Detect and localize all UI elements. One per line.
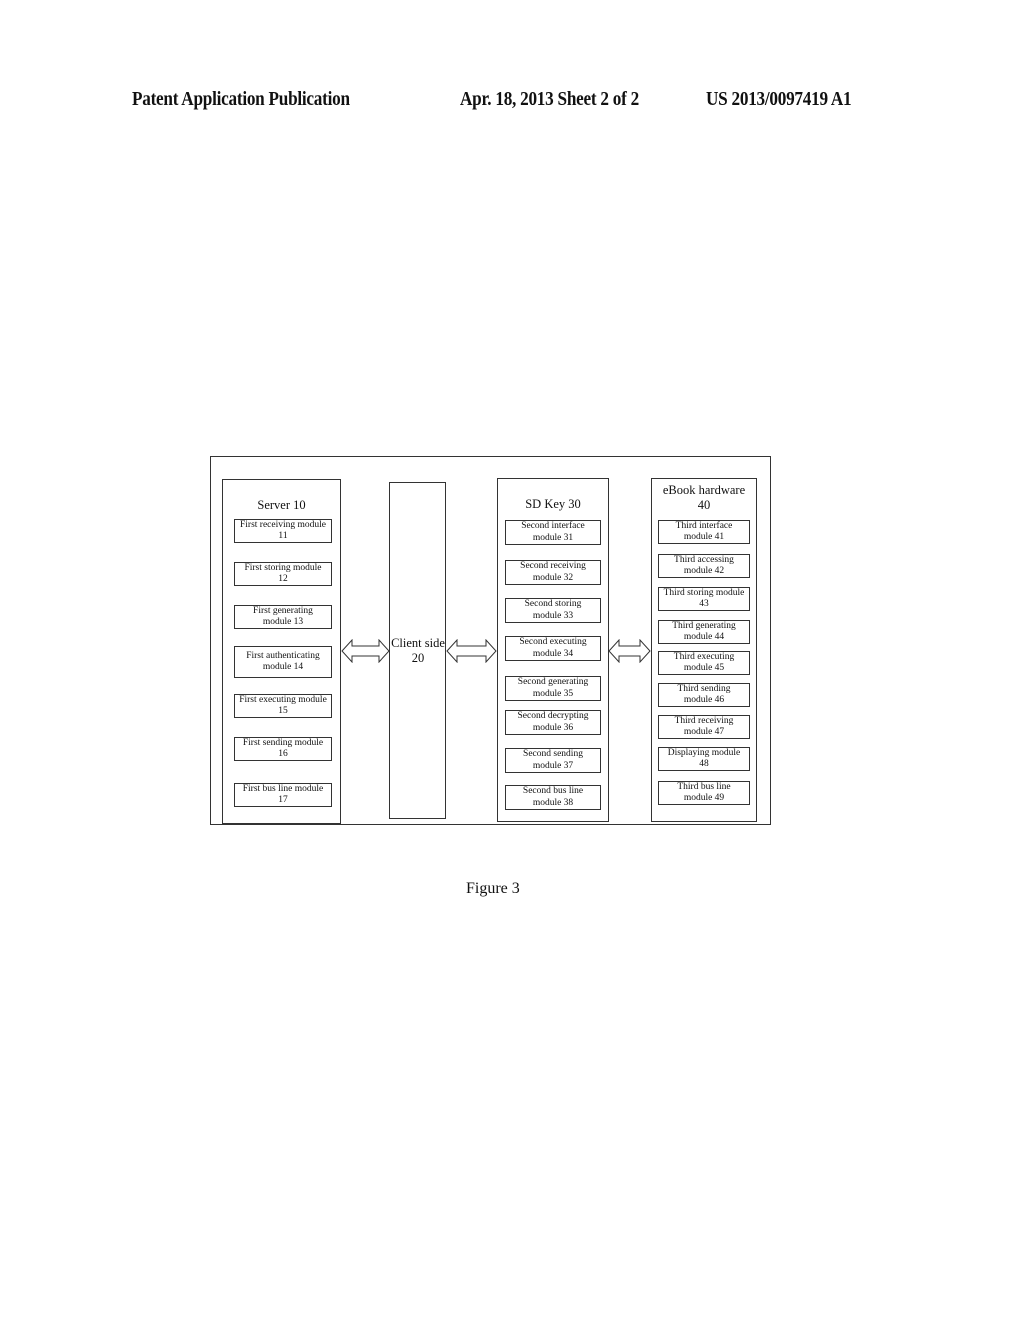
ebook-title: eBook hardware 40	[652, 483, 756, 513]
module-name: Third bus line	[677, 781, 731, 792]
server-module: First executing module 15	[234, 694, 332, 718]
module-number: module 41	[683, 532, 725, 542]
double-arrow-icon-client-sdkey	[446, 639, 497, 663]
publication-title: Patent Application Publication	[132, 88, 350, 110]
module-name: Second executing	[519, 637, 587, 647]
server-module: First generating module 13	[234, 605, 332, 629]
module-number: module 14	[262, 662, 304, 672]
ebook-module: Third executing module 45	[658, 651, 750, 675]
ebook-module: Third sending module 46	[658, 683, 750, 707]
module-name: Third storing module	[663, 587, 745, 598]
module-name: Third interface	[675, 520, 733, 531]
module-name: Third executing	[673, 651, 735, 662]
publication-number: US 2013/0097419 A1	[706, 88, 852, 110]
module-number: module 13	[262, 617, 304, 627]
module-name: First bus line module	[242, 783, 324, 794]
module-number: 16	[278, 749, 288, 759]
module-name: First sending module	[242, 737, 324, 748]
module-name: First receiving module	[239, 519, 326, 530]
module-name: Second generating	[517, 677, 589, 687]
ebook-module: Displaying module 48	[658, 747, 750, 771]
module-number: module 32	[532, 572, 574, 583]
module-name: Third receiving	[674, 715, 734, 726]
module-number: module 34	[532, 648, 574, 659]
server-title: Server 10	[257, 498, 306, 512]
module-name: First generating	[253, 605, 313, 616]
module-number: module 37	[532, 760, 574, 771]
server-module: First storing module 12	[234, 562, 332, 586]
ebook-title-number: 40	[697, 498, 711, 512]
module-number: 17	[278, 795, 288, 805]
client-side-name: Client side	[391, 636, 445, 650]
sd-key-module: Second generating module 35	[505, 676, 601, 701]
sd-key-module: Second executing module 34	[505, 636, 601, 661]
sd-key-module: Second sending module 37	[505, 748, 601, 773]
module-number: module 36	[532, 722, 574, 733]
client-side-number: 20	[411, 651, 425, 665]
sd-key-module: Second bus line module 38	[505, 785, 601, 810]
module-name: Third generating	[672, 620, 736, 631]
server-module: First bus line module 17	[234, 783, 332, 807]
module-name: Second receiving	[520, 561, 586, 571]
module-name: First executing module	[239, 694, 327, 705]
ebook-module: Third generating module 44	[658, 620, 750, 644]
module-number: module 44	[683, 632, 725, 642]
ebook-module: Third accessing module 42	[658, 554, 750, 578]
module-name: Second decrypting	[517, 711, 589, 721]
module-number: 48	[699, 759, 709, 769]
module-name: First authenticating	[246, 650, 320, 661]
server-module: First authenticating module 14	[234, 646, 332, 678]
module-number: module 47	[683, 727, 725, 737]
ebook-module: Third bus line module 49	[658, 781, 750, 805]
module-name: Displaying module	[667, 747, 741, 758]
server-module: First receiving module 11	[234, 519, 332, 543]
double-arrow-icon-sdkey-ebook	[608, 639, 651, 663]
sd-key-module: Second receiving module 32	[505, 560, 601, 585]
module-number: module 31	[532, 532, 574, 543]
module-name: Second storing	[524, 599, 582, 609]
module-number: module 46	[683, 695, 725, 705]
module-number: 11	[278, 531, 288, 541]
double-arrow-icon-server-client	[341, 639, 390, 663]
sd-key-module: Second storing module 33	[505, 598, 601, 623]
client-side-label: Client side 20	[388, 636, 448, 666]
module-number: module 33	[532, 610, 574, 621]
publication-date-sheet: Apr. 18, 2013 Sheet 2 of 2	[460, 88, 640, 110]
module-name: Third sending	[677, 683, 731, 694]
sd-key-module: Second decrypting module 36	[505, 710, 601, 735]
module-number: 43	[699, 599, 709, 609]
module-name: Second bus line	[522, 786, 584, 796]
figure-caption: Figure 3	[466, 880, 520, 897]
module-number: 12	[278, 574, 288, 584]
module-number: module 45	[683, 663, 725, 673]
ebook-module: Third receiving module 47	[658, 715, 750, 739]
module-name: First storing module	[244, 562, 322, 573]
module-name: Third accessing	[674, 554, 734, 565]
module-number: module 35	[532, 688, 574, 699]
module-number: module 49	[683, 793, 725, 803]
sd-key-title: SD Key 30	[525, 497, 581, 511]
module-number: module 42	[683, 566, 725, 576]
module-number: module 38	[532, 797, 574, 808]
ebook-title-name: eBook hardware	[662, 483, 746, 497]
module-name: Second interface	[521, 521, 585, 531]
server-module: First sending module 16	[234, 737, 332, 761]
module-name: Second sending	[523, 749, 583, 759]
ebook-module: Third storing module 43	[658, 587, 750, 611]
sd-key-module: Second interface module 31	[505, 520, 601, 545]
module-number: 15	[278, 706, 288, 716]
ebook-module: Third interface module 41	[658, 520, 750, 544]
